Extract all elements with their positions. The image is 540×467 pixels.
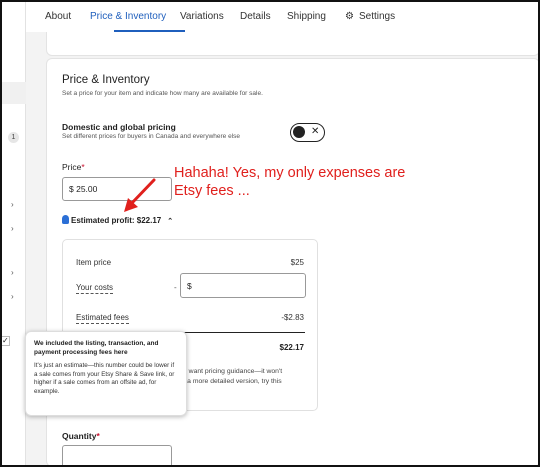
domestic-global-title: Domestic and global pricing [62, 122, 176, 132]
chevron-right-icon[interactable]: › [11, 224, 14, 233]
estimated-profit-label: Estimated profit: $22.17 [71, 216, 162, 225]
domestic-global-toggle[interactable]: ✕ [290, 123, 325, 142]
profit-total-value: $22.17 [279, 343, 304, 352]
tab-price-inventory[interactable]: Price & Inventory [90, 11, 166, 22]
your-costs-label[interactable]: Your costs [76, 283, 114, 294]
annotation-text: Hahaha! Yes, my only expenses are Etsy f… [174, 164, 444, 200]
toggle-knob [293, 126, 305, 138]
estimated-fees-value: -$2.83 [281, 313, 304, 322]
required-mark: * [96, 431, 100, 441]
fees-tooltip: We included the listing, transaction, an… [25, 331, 187, 416]
tooltip-title: We included the listing, transaction, an… [34, 340, 159, 356]
item-price-value: $25 [290, 258, 304, 267]
chevron-right-icon[interactable]: › [11, 292, 14, 301]
estimated-fees-label[interactable]: Estimated fees [76, 313, 129, 324]
sidebar-count-badge: 1 [8, 132, 19, 143]
annotation-line-1: Hahaha! Yes, my only expenses are [174, 165, 406, 181]
pricing-guidance-text-1: o want pricing guidance—it won't [183, 368, 283, 375]
chevron-right-icon[interactable]: › [11, 268, 14, 277]
tab-about[interactable]: About [45, 11, 71, 22]
quantity-input[interactable] [62, 445, 172, 465]
gear-icon: ⚙ [345, 11, 354, 22]
left-sidebar: 1 › › › › ✓ [2, 2, 26, 465]
annotation-line-2: Etsy fees ... [174, 183, 250, 199]
previous-section-card [46, 32, 538, 56]
tab-settings[interactable]: ⚙ Settings [345, 11, 395, 22]
sidebar-checkbox[interactable]: ✓ [2, 336, 10, 346]
quantity-label-text: Quantity [62, 431, 97, 441]
sidebar-selected-row[interactable] [2, 82, 26, 104]
screenshot-frame: 1 › › › › ✓ About Price & Inventory Vari… [0, 0, 540, 467]
item-price-label: Item price [76, 258, 112, 267]
your-costs-input[interactable]: $ [180, 273, 306, 298]
tab-shipping[interactable]: Shipping [287, 11, 326, 22]
tab-details[interactable]: Details [240, 11, 271, 22]
price-input[interactable]: $ 25.00 [62, 177, 172, 201]
costs-minus-sign: - [174, 283, 177, 292]
domestic-global-subtitle: Set different prices for buyers in Canad… [62, 133, 241, 140]
tab-settings-label: Settings [358, 11, 396, 22]
pricing-guidance-text-2: r a more detailed version, try this [183, 378, 282, 385]
listing-tabs: About Price & Inventory Variations Detai… [26, 2, 538, 32]
chevron-up-icon: ⌃ [167, 218, 174, 225]
price-label: Price* [62, 162, 85, 172]
chevron-right-icon[interactable]: › [11, 200, 14, 209]
lightbulb-icon [62, 215, 69, 224]
close-icon: ✕ [311, 126, 320, 137]
estimated-profit-toggle[interactable]: Estimated profit: $22.17 ⌃ [62, 215, 173, 225]
required-mark: * [81, 162, 85, 172]
section-title: Price & Inventory [62, 74, 150, 86]
tooltip-body: It's just an estimate—this number could … [34, 362, 175, 395]
quantity-label: Quantity* [62, 431, 100, 441]
tab-variations[interactable]: Variations [180, 11, 224, 22]
section-subtitle: Set a price for your item and indicate h… [62, 90, 263, 97]
price-label-text: Price [62, 162, 82, 172]
